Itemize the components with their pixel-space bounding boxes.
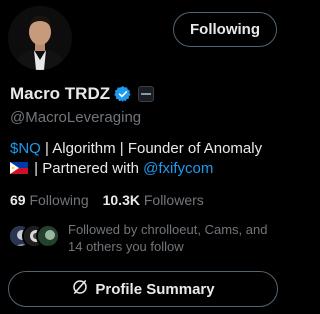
bio-text: | Algorithm | Founder of Anomaly bbox=[40, 140, 263, 157]
bio-text-partnered: | Partnered with bbox=[30, 160, 144, 177]
follower-avatar bbox=[36, 224, 60, 248]
display-name: Macro TRDZ bbox=[10, 84, 111, 103]
cashtag-link[interactable]: $NQ bbox=[10, 140, 41, 157]
profile-summary-button[interactable]: Profile Summary bbox=[8, 271, 278, 307]
profile-summary-label: Profile Summary bbox=[95, 280, 215, 298]
followed-by-text: Followed by chrolloeut, Cams, and 14 oth… bbox=[68, 222, 268, 254]
followers-count: 10.3K bbox=[102, 192, 140, 208]
followers-stat[interactable]: 10.3K Followers bbox=[103, 192, 204, 208]
following-count: 69 bbox=[10, 192, 26, 208]
followers-label: Followers bbox=[143, 192, 204, 208]
affiliate-badge-icon[interactable] bbox=[138, 86, 155, 102]
mention-link[interactable]: @fxifycom bbox=[143, 160, 213, 177]
followed-by-row[interactable]: Followed by chrolloeut, Cams, and 14 oth… bbox=[8, 221, 282, 255]
following-button[interactable]: Following bbox=[173, 12, 277, 47]
followed-by-avatars bbox=[8, 224, 62, 254]
following-stat[interactable]: 69 Following bbox=[10, 192, 89, 208]
grok-icon bbox=[71, 278, 89, 300]
verified-badge-icon[interactable] bbox=[114, 85, 132, 103]
profile-stats: 69 Following 10.3K Followers bbox=[10, 192, 204, 208]
profile-avatar[interactable] bbox=[8, 6, 72, 70]
philippines-flag-icon bbox=[10, 160, 28, 174]
following-label: Following bbox=[29, 192, 89, 208]
profile-handle: @MacroLeveraging bbox=[10, 109, 142, 126]
profile-bio: $NQ | Algorithm | Founder of Anomaly | P… bbox=[10, 139, 282, 179]
name-row: Macro TRDZ bbox=[10, 84, 155, 104]
